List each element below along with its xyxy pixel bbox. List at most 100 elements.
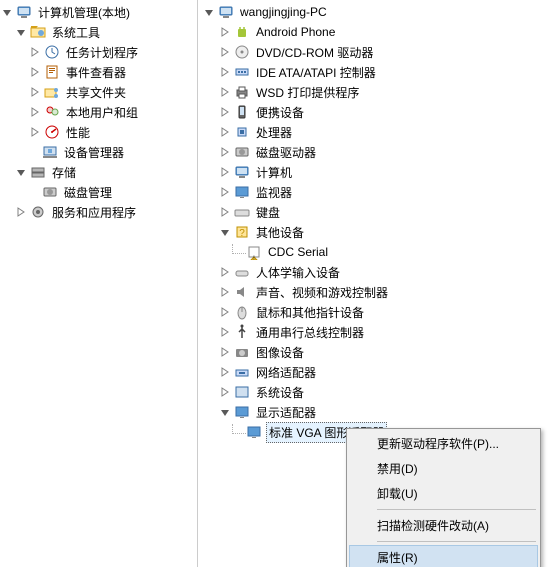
expand-icon[interactable] bbox=[202, 5, 216, 19]
expand-icon[interactable] bbox=[218, 185, 232, 199]
expand-icon[interactable] bbox=[28, 105, 42, 119]
display-icon bbox=[246, 424, 262, 440]
camera-icon bbox=[234, 344, 250, 360]
cpu-icon bbox=[234, 124, 250, 140]
label: 其他设备 bbox=[254, 223, 306, 242]
computer-icon bbox=[218, 4, 234, 20]
cat-dvd[interactable]: DVD/CD-ROM 驱动器 bbox=[198, 42, 555, 62]
expand-icon[interactable] bbox=[218, 345, 232, 359]
label: 键盘 bbox=[254, 203, 282, 222]
management-tree-pane: 计算机管理(本地) 系统工具 任务计划程序 事件查看器 共享文件夹 本地用户和组 bbox=[0, 0, 198, 567]
expand-icon[interactable] bbox=[14, 165, 28, 179]
performance[interactable]: 性能 bbox=[0, 122, 197, 142]
system-tools[interactable]: 系统工具 bbox=[0, 22, 197, 42]
label: 共享文件夹 bbox=[64, 83, 128, 102]
cat-usb[interactable]: 通用串行总线控制器 bbox=[198, 322, 555, 342]
cat-monitor[interactable]: 监视器 bbox=[198, 182, 555, 202]
menu-properties[interactable]: 属性(R) bbox=[349, 545, 538, 567]
expand-icon[interactable] bbox=[218, 85, 232, 99]
expand-icon[interactable] bbox=[218, 325, 232, 339]
label: 磁盘管理 bbox=[62, 183, 114, 202]
cat-display[interactable]: 显示适配器 bbox=[198, 402, 555, 422]
ide-icon bbox=[234, 64, 250, 80]
expand-icon[interactable] bbox=[28, 45, 42, 59]
cat-keyboard[interactable]: 键盘 bbox=[198, 202, 555, 222]
device-manager[interactable]: 设备管理器 bbox=[0, 142, 197, 162]
cat-wsd[interactable]: WSD 打印提供程序 bbox=[198, 82, 555, 102]
expand-icon[interactable] bbox=[218, 25, 232, 39]
dev-cdc-serial[interactable]: CDC Serial bbox=[198, 242, 555, 262]
storage[interactable]: 存储 bbox=[0, 162, 197, 182]
label: 磁盘驱动器 bbox=[254, 143, 318, 162]
expand-icon[interactable] bbox=[14, 205, 28, 219]
expand-icon[interactable] bbox=[0, 5, 14, 19]
expand-icon[interactable] bbox=[218, 285, 232, 299]
expand-icon[interactable] bbox=[28, 65, 42, 79]
expand-icon[interactable] bbox=[218, 405, 232, 419]
cat-mouse[interactable]: 鼠标和其他指针设备 bbox=[198, 302, 555, 322]
label: 计算机管理(本地) bbox=[36, 3, 132, 22]
cat-disk[interactable]: 磁盘驱动器 bbox=[198, 142, 555, 162]
expand-icon[interactable] bbox=[218, 105, 232, 119]
gear-icon bbox=[30, 204, 46, 220]
disk-icon bbox=[234, 144, 250, 160]
network-icon bbox=[234, 364, 250, 380]
expand-icon[interactable] bbox=[218, 225, 232, 239]
event-viewer[interactable]: 事件查看器 bbox=[0, 62, 197, 82]
root-computer-mgmt[interactable]: 计算机管理(本地) bbox=[0, 2, 197, 22]
local-users-groups[interactable]: 本地用户和组 bbox=[0, 102, 197, 122]
expand-icon[interactable] bbox=[218, 305, 232, 319]
menu-uninstall[interactable]: 卸载(U) bbox=[349, 481, 538, 506]
device-tree-pane: wangjingjing-PC Android Phone DVD/CD-ROM… bbox=[198, 0, 555, 567]
expand-icon[interactable] bbox=[218, 65, 232, 79]
services-apps[interactable]: 服务和应用程序 bbox=[0, 202, 197, 222]
label: 人体学输入设备 bbox=[254, 263, 342, 282]
label: 计算机 bbox=[254, 163, 294, 182]
disk-icon bbox=[42, 184, 58, 200]
cat-hid[interactable]: 人体学输入设备 bbox=[198, 262, 555, 282]
cat-computer[interactable]: 计算机 bbox=[198, 162, 555, 182]
expand-icon[interactable] bbox=[218, 385, 232, 399]
expand-icon[interactable] bbox=[28, 125, 42, 139]
expand-icon[interactable] bbox=[218, 265, 232, 279]
cat-network[interactable]: 网络适配器 bbox=[198, 362, 555, 382]
label: 图像设备 bbox=[254, 343, 306, 362]
cat-ide[interactable]: IDE ATA/ATAPI 控制器 bbox=[198, 62, 555, 82]
menu-update-driver[interactable]: 更新驱动程序软件(P)... bbox=[349, 431, 538, 456]
label: 监视器 bbox=[254, 183, 294, 202]
expand-icon[interactable] bbox=[218, 125, 232, 139]
android-icon bbox=[234, 24, 250, 40]
expand-icon[interactable] bbox=[218, 145, 232, 159]
menu-disable[interactable]: 禁用(D) bbox=[349, 456, 538, 481]
label: 服务和应用程序 bbox=[50, 203, 138, 222]
shared-folders[interactable]: 共享文件夹 bbox=[0, 82, 197, 102]
cat-system[interactable]: 系统设备 bbox=[198, 382, 555, 402]
expand-icon[interactable] bbox=[14, 25, 28, 39]
expand-icon[interactable] bbox=[28, 85, 42, 99]
label: 事件查看器 bbox=[64, 63, 128, 82]
cat-imaging[interactable]: 图像设备 bbox=[198, 342, 555, 362]
cat-other[interactable]: 其他设备 bbox=[198, 222, 555, 242]
expand-icon[interactable] bbox=[218, 45, 232, 59]
expand-icon[interactable] bbox=[218, 205, 232, 219]
menu-separator bbox=[377, 509, 536, 510]
cat-portable[interactable]: 便携设备 bbox=[198, 102, 555, 122]
expand-icon[interactable] bbox=[218, 165, 232, 179]
storage-icon bbox=[30, 164, 46, 180]
event-icon bbox=[44, 64, 60, 80]
keyboard-icon bbox=[234, 204, 250, 220]
pc-root[interactable]: wangjingjing-PC bbox=[198, 2, 555, 22]
task-scheduler[interactable]: 任务计划程序 bbox=[0, 42, 197, 62]
expand-icon[interactable] bbox=[218, 365, 232, 379]
menu-scan-hardware[interactable]: 扫描检测硬件改动(A) bbox=[349, 513, 538, 538]
display-icon bbox=[234, 404, 250, 420]
label: CDC Serial bbox=[266, 244, 330, 260]
cat-sound[interactable]: 声音、视频和游戏控制器 bbox=[198, 282, 555, 302]
label: 声音、视频和游戏控制器 bbox=[254, 283, 390, 302]
label: 存储 bbox=[50, 163, 78, 182]
cat-android[interactable]: Android Phone bbox=[198, 22, 555, 42]
disk-management[interactable]: 磁盘管理 bbox=[0, 182, 197, 202]
dvd-icon bbox=[234, 44, 250, 60]
cat-cpu[interactable]: 处理器 bbox=[198, 122, 555, 142]
label: 设备管理器 bbox=[62, 143, 126, 162]
